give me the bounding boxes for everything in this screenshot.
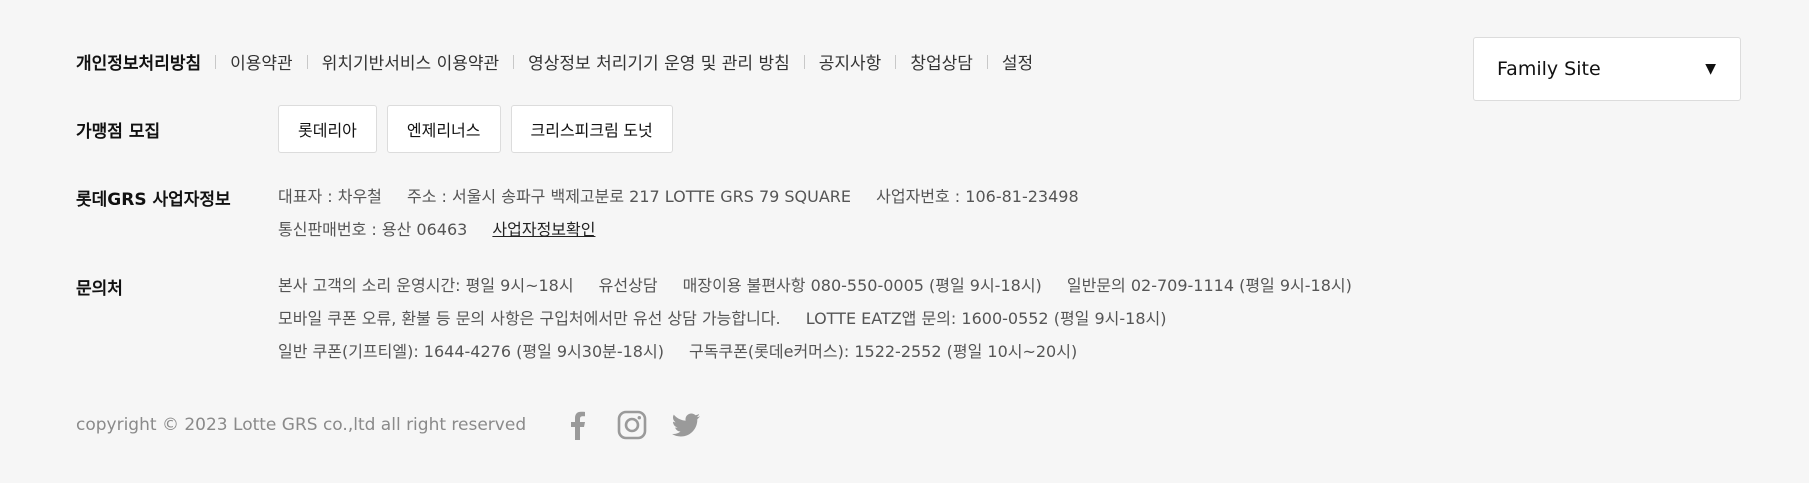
reg-no-text: 사업자번호 : 106-81-23498: [876, 187, 1079, 206]
link-privacy-policy[interactable]: 개인정보처리방침: [76, 49, 201, 74]
franchise-label: 가맹점 모집: [76, 122, 161, 142]
brand-button-lotteria[interactable]: 롯데리아: [278, 105, 377, 153]
triangle-down-icon: ▼: [1705, 61, 1716, 77]
copyright-text: copyright © 2023 Lotte GRS co.,ltd all r…: [76, 415, 527, 435]
store-complaint-text: 매장이용 불편사항 080-550-0005 (평일 9시-18시): [682, 276, 1042, 295]
footer-links: 개인정보처리방침 이용약관 위치기반서비스 이용약관 영상정보 처리기기 운영 …: [76, 49, 1033, 74]
link-cctv-policy[interactable]: 영상정보 처리기기 운영 및 관리 방침: [528, 49, 790, 74]
link-notice[interactable]: 공지사항: [819, 49, 882, 74]
coupon-notice-text: 모바일 쿠폰 오류, 환불 등 문의 사항은 구입처에서만 유선 상담 가능합니…: [278, 309, 781, 328]
franchise-brands: 롯데리아 엔제리너스 크리스피크림 도넛: [278, 105, 673, 153]
subscription-coupon-text: 구독쿠폰(롯데e커머스): 1522-2552 (평일 10시~20시): [689, 342, 1078, 361]
brand-button-angelinus[interactable]: 엔제리너스: [386, 105, 501, 153]
brand-button-krispy-kreme[interactable]: 크리스피크림 도넛: [510, 105, 673, 153]
business-verify-link[interactable]: 사업자정보확인: [492, 220, 595, 239]
family-site-label: Family Site: [1497, 58, 1601, 80]
business-info-label: 롯데GRS 사업자정보: [76, 190, 231, 210]
link-franchise-consult[interactable]: 창업상담: [910, 49, 973, 74]
contact-hours-text: 본사 고객의 소리 운영시간: 평일 9시~18시: [278, 276, 574, 295]
divider: [895, 54, 897, 69]
divider: [513, 54, 515, 69]
instagram-icon[interactable]: [616, 409, 648, 441]
link-location-terms[interactable]: 위치기반서비스 이용약관: [322, 49, 499, 74]
twitter-icon[interactable]: [670, 409, 702, 441]
mail-order-text: 통신판매번호 : 용산 06463: [278, 220, 468, 239]
contact-info: 본사 고객의 소리 운영시간: 평일 9시~18시 유선상담 매장이용 불편사항…: [278, 269, 1352, 368]
link-settings[interactable]: 설정: [1002, 49, 1033, 74]
address-text: 주소 : 서울시 송파구 백제고분로 217 LOTTE GRS 79 SQUA…: [406, 187, 852, 206]
ceo-text: 대표자 : 차우철: [278, 187, 382, 206]
divider: [803, 54, 805, 69]
contact-phone-label: 유선상담: [598, 276, 658, 295]
link-terms-of-use[interactable]: 이용약관: [230, 49, 293, 74]
social-links: [562, 409, 702, 441]
facebook-icon[interactable]: [562, 409, 594, 441]
divider: [986, 54, 988, 69]
family-site-select[interactable]: Family Site ▼: [1473, 37, 1741, 101]
app-inquiry-text: LOTTE EATZ앱 문의: 1600-0552 (평일 9시-18시): [805, 309, 1167, 328]
gift-coupon-text: 일반 쿠폰(기프티엘): 1644-4276 (평일 9시30분-18시): [278, 342, 664, 361]
divider: [306, 54, 308, 69]
contact-label: 문의처: [76, 279, 123, 299]
footer-bottom: copyright © 2023 Lotte GRS co.,ltd all r…: [76, 409, 702, 441]
business-info: 대표자 : 차우철 주소 : 서울시 송파구 백제고분로 217 LOTTE G…: [278, 180, 1079, 246]
divider: [215, 54, 217, 69]
general-inquiry-text: 일반문의 02-709-1114 (평일 9시-18시): [1066, 276, 1352, 295]
